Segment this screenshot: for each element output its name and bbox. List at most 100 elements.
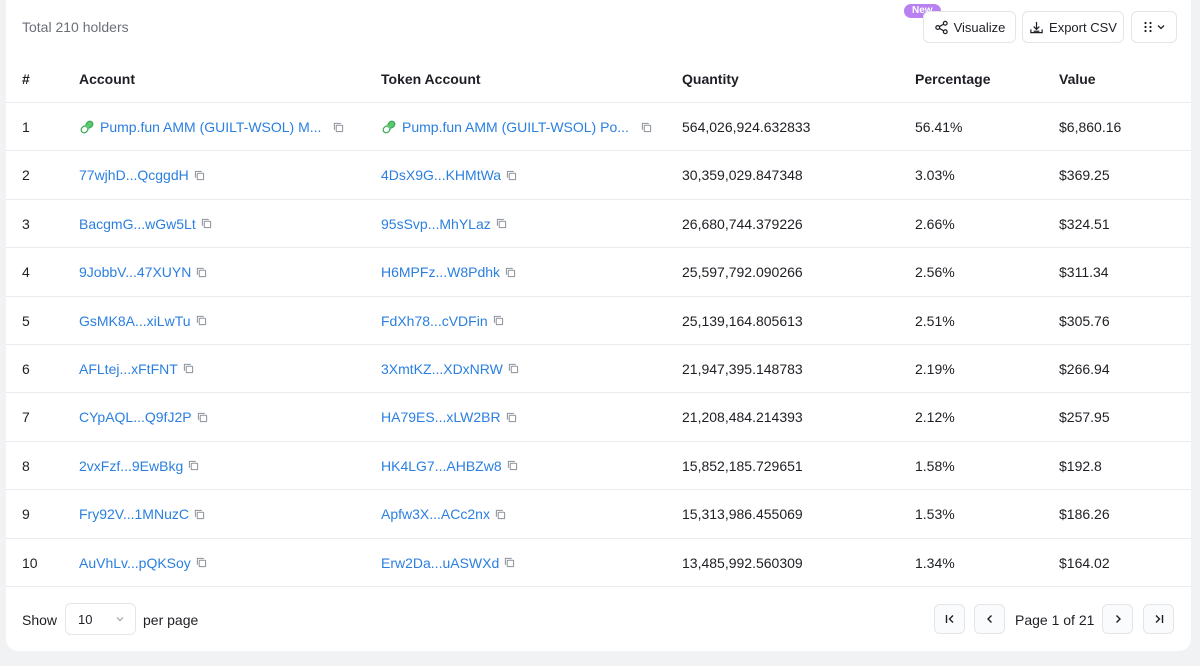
table-row: 7 CYpAQL...Q9fJ2P HA79ES...xLW2BR 21,208,48… xyxy=(6,393,1191,442)
value-cell: $369.25 xyxy=(1059,167,1110,184)
copy-icon[interactable] xyxy=(333,122,344,133)
copy-icon[interactable] xyxy=(196,557,207,568)
quantity-cell: 15,852,185.729651 xyxy=(682,457,803,474)
account-link[interactable]: Pump.fun AMM (GUILT-WSOL) M... xyxy=(100,119,321,135)
first-page-button[interactable] xyxy=(934,604,965,634)
token-account-link[interactable]: 3XmtKZ...XDxNRW xyxy=(381,361,503,377)
download-icon xyxy=(1029,20,1044,35)
account-link[interactable]: GsMK8A...xiLwTu xyxy=(79,313,191,329)
copy-icon[interactable] xyxy=(505,267,516,278)
value-cell: $186.26 xyxy=(1059,506,1110,523)
table-row: 3 BacgmG...wGw5Lt 95sSvp...MhYLaz 26,680,74… xyxy=(6,200,1191,249)
copy-icon[interactable] xyxy=(194,509,205,520)
share-nodes-icon xyxy=(934,20,949,35)
header-percentage[interactable]: Percentage xyxy=(915,71,990,87)
prev-page-button[interactable] xyxy=(974,604,1005,634)
more-options-button[interactable] xyxy=(1131,11,1177,43)
account-link[interactable]: Fry92V...1MNuzC xyxy=(79,506,189,522)
token-account-link[interactable]: Pump.fun AMM (GUILT-WSOL) Po... xyxy=(402,119,629,135)
percentage-cell: 1.53% xyxy=(915,506,955,523)
token-account-link[interactable]: Apfw3X...ACc2nx xyxy=(381,506,490,522)
visualize-button[interactable]: Visualize xyxy=(923,11,1016,43)
account-cell: CYpAQL...Q9fJ2P xyxy=(79,409,208,425)
account-link[interactable]: AFLtej...xFtFNT xyxy=(79,361,178,377)
header-quantity[interactable]: Quantity xyxy=(682,71,739,87)
copy-icon[interactable] xyxy=(504,557,515,568)
header-token-account[interactable]: Token Account xyxy=(381,71,481,87)
row-index: 8 xyxy=(22,457,30,474)
table-row: 8 2vxFzf...9EwBkg HK4LG7...AHBZw8 15,852,18… xyxy=(6,442,1191,491)
table-row: 6 AFLtej...xFtFNT 3XmtKZ...XDxNRW 21,947,39… xyxy=(6,345,1191,394)
header-index: # xyxy=(22,71,30,87)
account-link[interactable]: 77wjhD...QcggdH xyxy=(79,167,189,183)
copy-icon[interactable] xyxy=(183,363,194,374)
value-cell: $6,860.16 xyxy=(1059,119,1122,135)
last-page-button[interactable] xyxy=(1143,604,1174,634)
row-index: 5 xyxy=(22,312,30,329)
row-index: 7 xyxy=(22,409,30,426)
percentage-cell: 2.19% xyxy=(915,360,955,377)
percentage-cell: 1.58% xyxy=(915,457,955,474)
copy-icon[interactable] xyxy=(641,122,652,133)
token-account-cell: Pump.fun AMM (GUILT-WSOL) Po... xyxy=(381,119,652,135)
account-link[interactable]: AuVhLv...pQKSoy xyxy=(79,555,191,571)
value-cell: $257.95 xyxy=(1059,409,1110,426)
value-cell: $324.51 xyxy=(1059,215,1110,232)
token-account-cell: HA79ES...xLW2BR xyxy=(381,409,517,425)
copy-icon[interactable] xyxy=(506,170,517,181)
copy-icon[interactable] xyxy=(508,363,519,374)
account-cell: Pump.fun AMM (GUILT-WSOL) M... xyxy=(79,119,344,135)
copy-icon[interactable] xyxy=(196,315,207,326)
account-cell: BacgmG...wGw5Lt xyxy=(79,216,212,232)
token-account-link[interactable]: H6MPFz...W8Pdhk xyxy=(381,264,500,280)
account-link[interactable]: 9JobbV...47XUYN xyxy=(79,264,191,280)
account-cell: 2vxFzf...9EwBkg xyxy=(79,458,199,474)
copy-icon[interactable] xyxy=(188,460,199,471)
value-cell: $164.02 xyxy=(1059,554,1110,571)
toolbar: Total 210 holders New Visualize Export C… xyxy=(6,0,1191,54)
copy-icon[interactable] xyxy=(495,509,506,520)
copy-icon[interactable] xyxy=(496,218,507,229)
copy-icon[interactable] xyxy=(507,460,518,471)
header-account[interactable]: Account xyxy=(79,71,135,87)
percentage-cell: 2.66% xyxy=(915,215,955,232)
token-account-link[interactable]: HA79ES...xLW2BR xyxy=(381,409,501,425)
total-holders-text: Total 210 holders xyxy=(22,19,129,35)
copy-icon[interactable] xyxy=(194,170,205,181)
row-index: 3 xyxy=(22,215,30,232)
pagination-footer: Show 10 per page Page 1 of 21 xyxy=(6,587,1191,651)
holders-table-body: 1 Pump.fun AMM (GUILT-WSOL) M... Pump.fun … xyxy=(6,103,1191,587)
token-account-link[interactable]: HK4LG7...AHBZw8 xyxy=(381,458,502,474)
quantity-cell: 21,208,484.214393 xyxy=(682,409,803,426)
token-account-link[interactable]: FdXh78...cVDFin xyxy=(381,313,488,329)
token-account-cell: H6MPFz...W8Pdhk xyxy=(381,264,516,280)
page-size-select[interactable]: 10 xyxy=(65,603,136,635)
table-row: 9 Fry92V...1MNuzC Apfw3X...ACc2nx 15,313,98… xyxy=(6,490,1191,539)
pill-icon xyxy=(381,119,397,135)
header-value[interactable]: Value xyxy=(1059,71,1096,87)
copy-icon[interactable] xyxy=(506,412,517,423)
token-account-cell: HK4LG7...AHBZw8 xyxy=(381,458,518,474)
account-cell: 77wjhD...QcggdH xyxy=(79,167,205,183)
account-link[interactable]: BacgmG...wGw5Lt xyxy=(79,216,196,232)
token-account-cell: Erw2Da...uASWXd xyxy=(381,555,515,571)
next-page-button[interactable] xyxy=(1102,604,1133,634)
row-index: 6 xyxy=(22,360,30,377)
token-account-link[interactable]: 4DsX9G...KHMtWa xyxy=(381,167,501,183)
export-csv-button[interactable]: Export CSV xyxy=(1022,11,1124,43)
account-cell: Fry92V...1MNuzC xyxy=(79,506,205,522)
chevron-right-icon xyxy=(1112,613,1124,625)
copy-icon[interactable] xyxy=(197,412,208,423)
account-cell: AFLtej...xFtFNT xyxy=(79,361,194,377)
copy-icon[interactable] xyxy=(493,315,504,326)
token-account-link[interactable]: 95sSvp...MhYLaz xyxy=(381,216,491,232)
account-link[interactable]: CYpAQL...Q9fJ2P xyxy=(79,409,192,425)
chevron-left-icon xyxy=(984,613,996,625)
account-cell: AuVhLv...pQKSoy xyxy=(79,555,207,571)
account-link[interactable]: 2vxFzf...9EwBkg xyxy=(79,458,183,474)
copy-icon[interactable] xyxy=(201,218,212,229)
quantity-cell: 15,313,986.455069 xyxy=(682,506,803,523)
token-account-link[interactable]: Erw2Da...uASWXd xyxy=(381,555,499,571)
copy-icon[interactable] xyxy=(196,267,207,278)
percentage-cell: 56.41% xyxy=(915,119,963,135)
